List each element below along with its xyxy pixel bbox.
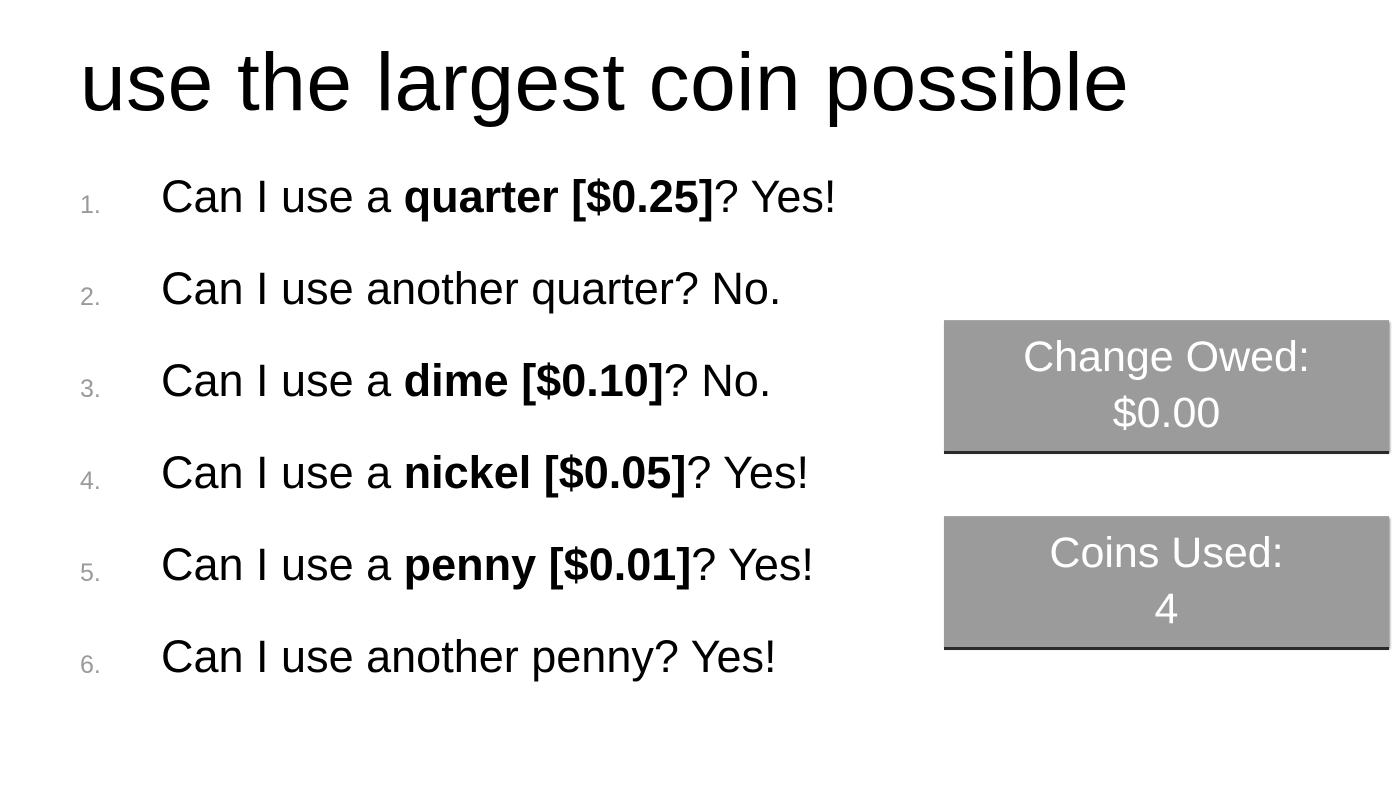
step-answer: ? Yes! xyxy=(691,538,814,590)
step-item: 3. Can I use a dime [$0.10]? No. xyxy=(80,334,836,426)
step-coin: penny [$0.01] xyxy=(403,538,692,590)
step-number: 5. xyxy=(80,558,101,587)
step-text: Can I use another penny? Yes! xyxy=(161,634,776,679)
coins-used-label: Coins Used: xyxy=(1049,529,1284,578)
step-item: 4. Can I use a nickel [$0.05]? Yes! xyxy=(80,426,836,518)
step-number: 4. xyxy=(80,466,101,495)
step-text-plain: Can I use a xyxy=(161,538,404,590)
step-text-plain: Can I use a xyxy=(161,170,404,222)
step-answer: ? Yes! xyxy=(713,170,837,222)
step-text: Can I use a dime [$0.10]? No. xyxy=(161,358,771,403)
step-number: 2. xyxy=(80,282,101,311)
step-answer: ? No. xyxy=(663,354,772,406)
step-item: 2. Can I use another quarter? No. xyxy=(80,242,836,334)
step-text: Can I use a quarter [$0.25]? Yes! xyxy=(161,174,836,219)
coins-used-box: Coins Used: 4 xyxy=(944,516,1389,647)
slide-title: use the largest coin possible xyxy=(80,37,1130,128)
change-owed-label: Change Owed: xyxy=(1023,333,1310,382)
step-text: Can I use a penny [$0.01]? Yes! xyxy=(161,542,814,587)
step-text-plain: Can I use another penny? Yes! xyxy=(161,630,777,682)
step-number: 6. xyxy=(80,650,101,679)
step-coin: quarter [$0.25] xyxy=(403,170,714,222)
change-owed-box: Change Owed: $0.00 xyxy=(944,320,1389,451)
change-owed-value: $0.00 xyxy=(1112,389,1221,437)
step-item: 1. Can I use a quarter [$0.25]? Yes! xyxy=(80,150,836,242)
step-text-plain: Can I use a xyxy=(161,354,404,406)
step-item: 6. Can I use another penny? Yes! xyxy=(80,610,836,702)
step-number: 1. xyxy=(80,190,101,219)
coins-used-value: 4 xyxy=(1154,585,1179,633)
step-coin: nickel [$0.05] xyxy=(403,446,687,498)
step-text-plain: Can I use another quarter? No. xyxy=(161,262,782,314)
step-answer: ? Yes! xyxy=(686,446,809,498)
step-coin: dime [$0.10] xyxy=(403,354,664,406)
step-text: Can I use a nickel [$0.05]? Yes! xyxy=(161,450,809,495)
step-text: Can I use another quarter? No. xyxy=(161,266,781,311)
step-text-plain: Can I use a xyxy=(161,446,404,498)
step-item: 5. Can I use a penny [$0.01]? Yes! xyxy=(80,518,836,610)
step-list: 1. Can I use a quarter [$0.25]? Yes! 2. … xyxy=(80,150,836,702)
step-number: 3. xyxy=(80,374,101,403)
